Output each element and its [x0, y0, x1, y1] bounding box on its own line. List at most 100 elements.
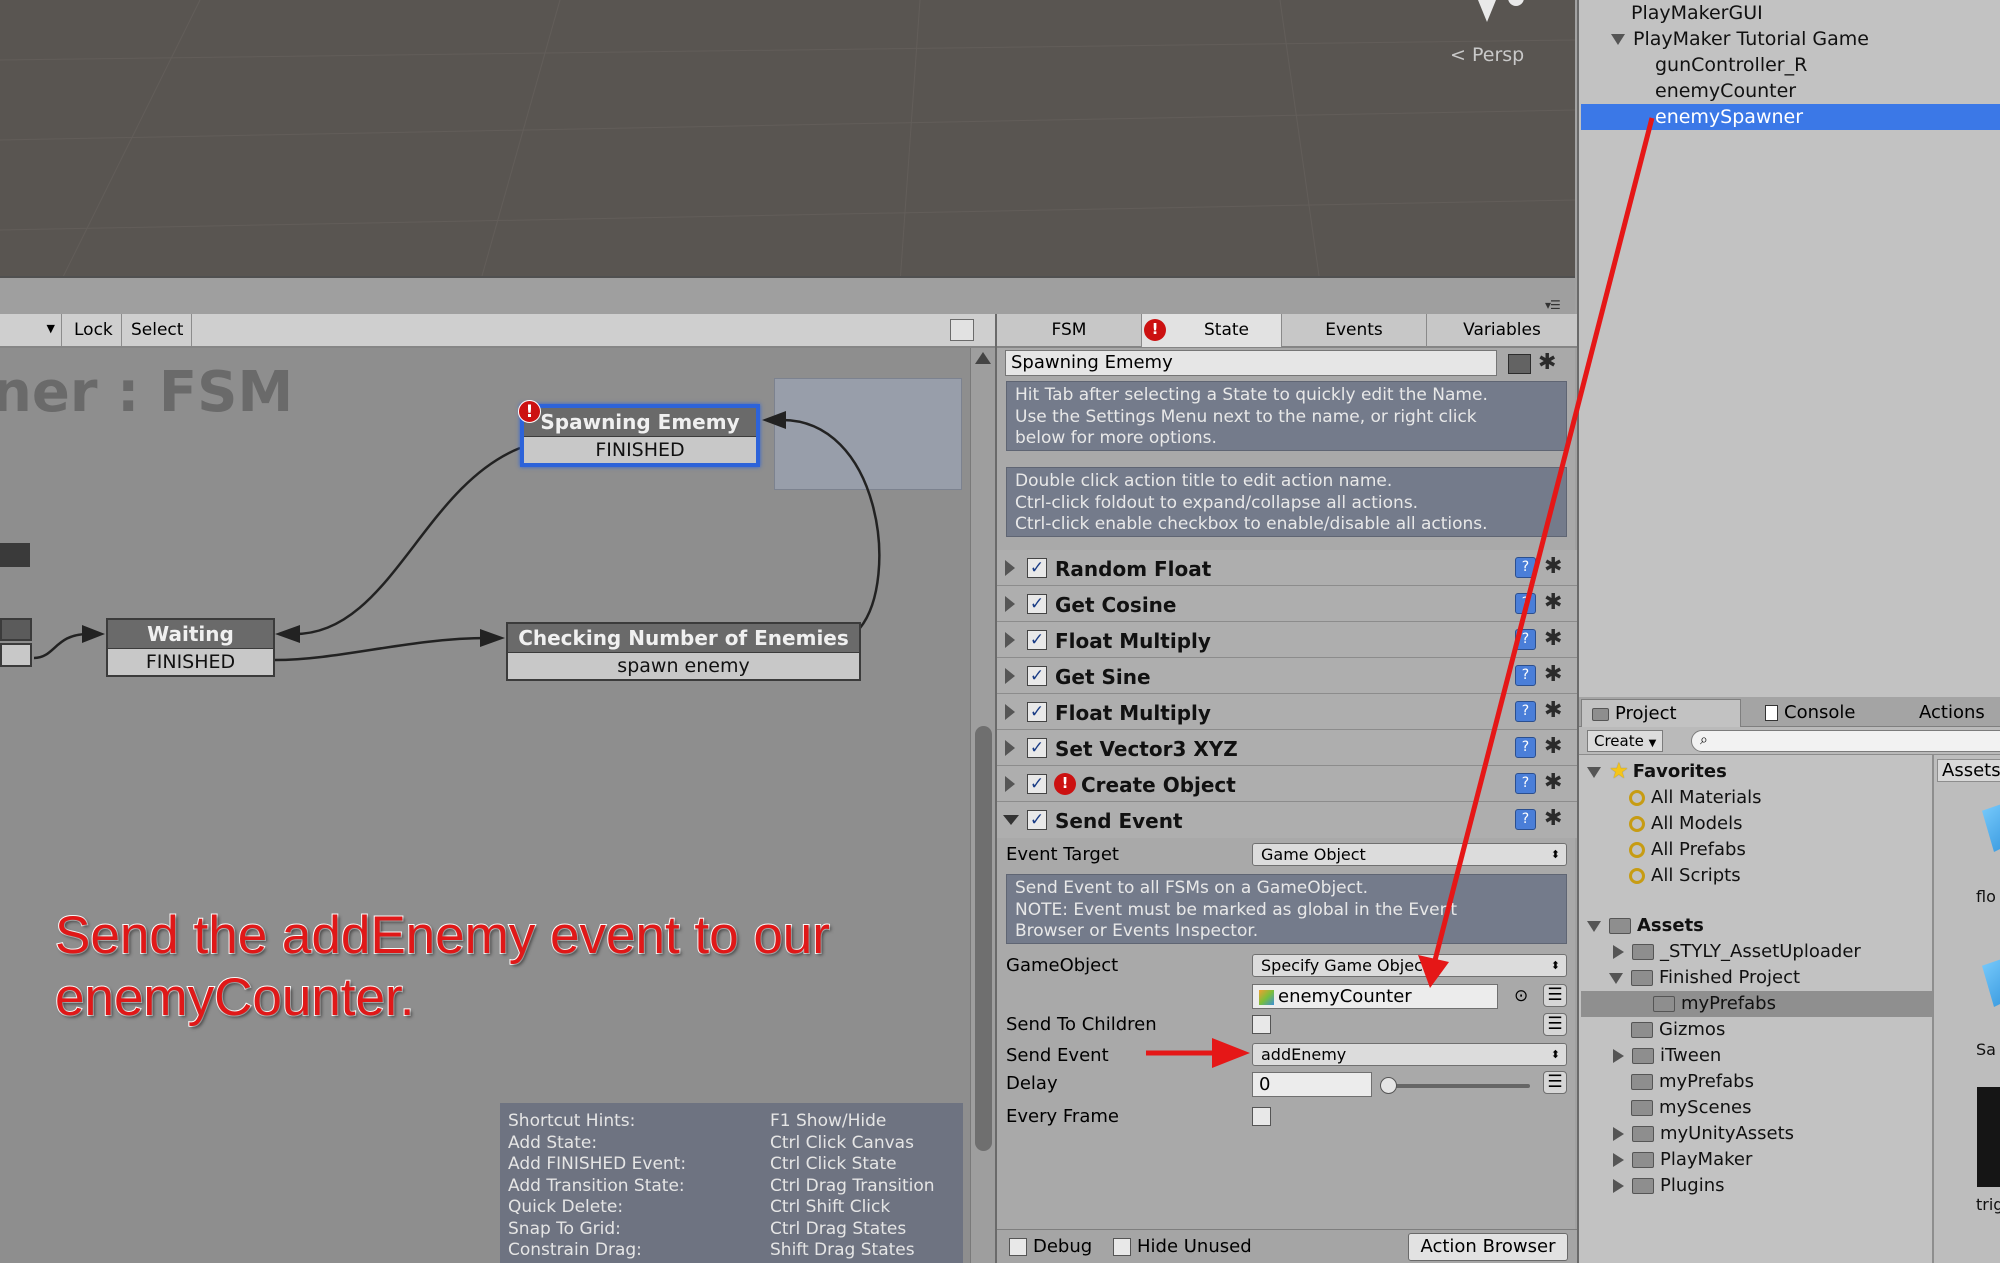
asset-folder[interactable]: myScenes [1631, 1095, 1751, 1121]
action-title[interactable]: Float Multiply [1055, 629, 1211, 653]
asset-label[interactable]: trig [1976, 1195, 2000, 1214]
create-button[interactable]: Create ▼ [1587, 730, 1663, 752]
lock-button[interactable]: Lock [66, 314, 122, 346]
state-spawning-ememy[interactable]: Spawning Ememy FINISHED [520, 404, 760, 467]
action-title[interactable]: Float Multiply [1055, 701, 1211, 725]
asset-thumbnail[interactable] [1977, 1087, 2000, 1187]
action-enabled-checkbox[interactable]: ✓ [1027, 702, 1047, 722]
asset-folder[interactable]: Plugins [1613, 1173, 1724, 1199]
fsm-select-dropdown[interactable]: ▼ [0, 314, 62, 346]
asset-folder[interactable]: iTween [1613, 1043, 1721, 1069]
action-gear-icon[interactable]: ✱ [1544, 592, 1562, 614]
asset-folder[interactable]: Gizmos [1631, 1017, 1725, 1043]
state-event[interactable]: FINISHED [108, 648, 273, 675]
help-icon[interactable]: ? [1515, 593, 1536, 614]
every-frame-checkbox[interactable] [1252, 1107, 1271, 1126]
action-enabled-checkbox[interactable]: ✓ [1027, 666, 1047, 686]
asset-folder[interactable]: Finished Project [1609, 965, 1800, 991]
tab-variables[interactable]: Variables [1427, 314, 1577, 347]
action-gear-icon[interactable]: ✱ [1544, 664, 1562, 686]
delay-slider-track[interactable] [1385, 1084, 1530, 1088]
event-target-dropdown[interactable]: Game Object ⬍ [1252, 843, 1567, 866]
expand-arrow-icon[interactable] [1587, 766, 1601, 778]
help-icon[interactable]: ? [1515, 557, 1536, 578]
action-enabled-checkbox[interactable]: ✓ [1027, 810, 1047, 830]
variable-toggle-button[interactable]: ☰ [1543, 984, 1567, 1007]
action-title[interactable]: Random Float [1055, 557, 1211, 581]
action-get-sine[interactable]: ✓ Get Sine ? ✱ [997, 658, 1577, 694]
select-button[interactable]: Select [123, 314, 193, 346]
hierarchy-item-selected[interactable]: enemySpawner [1581, 104, 2000, 130]
action-float-multiply[interactable]: ✓ Float Multiply ? ✱ [997, 622, 1577, 658]
hierarchy-item-expanded[interactable]: PlayMaker Tutorial Game [1611, 26, 1869, 52]
foldout-arrow-icon[interactable] [1005, 668, 1015, 684]
state-event[interactable]: FINISHED [524, 436, 756, 463]
help-icon[interactable]: ? [1515, 629, 1536, 650]
foldout-arrow-icon[interactable] [1005, 704, 1015, 720]
collapsed-arrow-icon[interactable] [1613, 1153, 1624, 1167]
panel-menu-icon[interactable]: ▾☰ [1545, 298, 1561, 312]
action-set-vector3-xyz[interactable]: ✓ Set Vector3 XYZ ? ✱ [997, 730, 1577, 766]
action-browser-button[interactable]: Action Browser [1408, 1233, 1568, 1261]
tab-fsm[interactable]: FSM [997, 314, 1142, 347]
asset-folder[interactable]: myUnityAssets [1613, 1121, 1794, 1147]
state-event[interactable]: spawn enemy [508, 652, 859, 679]
action-create-object[interactable]: ✓ ! Create Object ? ✱ [997, 766, 1577, 802]
asset-label[interactable]: flo [1976, 887, 1996, 906]
action-get-cosine[interactable]: ✓ Get Cosine ? ✱ [997, 586, 1577, 622]
expand-arrow-icon[interactable] [1611, 34, 1625, 45]
foldout-arrow-icon[interactable] [1005, 560, 1015, 576]
state-checking-number-of-enemies[interactable]: Checking Number of Enemies spawn enemy [506, 622, 861, 681]
action-enabled-checkbox[interactable]: ✓ [1027, 738, 1047, 758]
scroll-thumb[interactable] [975, 726, 992, 1151]
asset-folder[interactable]: PlayMaker [1613, 1147, 1752, 1173]
state-waiting[interactable]: Waiting FINISHED [106, 618, 275, 677]
action-enabled-checkbox[interactable]: ✓ [1027, 594, 1047, 614]
fsm-canvas-scrollbar[interactable] [970, 348, 995, 1263]
asset-folder[interactable]: _STYLY_AssetUploader [1613, 939, 1861, 965]
assets-group[interactable]: Assets [1587, 913, 1704, 939]
action-title[interactable]: Create Object [1081, 773, 1236, 797]
send-to-children-checkbox[interactable] [1252, 1015, 1271, 1034]
object-picker-icon[interactable]: ⊙ [1514, 986, 1528, 1006]
scroll-up-icon[interactable] [975, 352, 991, 364]
favorite-item[interactable]: All Materials [1629, 785, 1762, 811]
asset-label[interactable]: Sa [1976, 1040, 1996, 1059]
delay-slider-knob[interactable] [1380, 1077, 1397, 1094]
expand-arrow-icon[interactable] [1587, 920, 1601, 932]
state-color-swatch[interactable] [1508, 354, 1531, 374]
action-random-float[interactable]: ✓ Random Float ? ✱ [997, 550, 1577, 586]
favorite-item[interactable]: All Scripts [1629, 863, 1741, 889]
collapsed-arrow-icon[interactable] [1613, 945, 1624, 959]
action-gear-icon[interactable]: ✱ [1544, 556, 1562, 578]
minimap-toggle-icon[interactable] [950, 319, 974, 341]
favorites-group[interactable]: ★ Favorites [1587, 759, 1727, 785]
debug-checkbox[interactable] [1009, 1238, 1027, 1256]
action-title[interactable]: Get Cosine [1055, 593, 1176, 617]
variable-toggle-button[interactable]: ☰ [1543, 1071, 1567, 1094]
state-name-field[interactable]: Spawning Ememy [1005, 350, 1497, 376]
state-settings-gear-icon[interactable]: ✱ [1538, 352, 1556, 374]
help-icon[interactable]: ? [1515, 701, 1536, 722]
tab-actions[interactable]: Actions [1909, 699, 2000, 727]
foldout-arrow-icon[interactable] [1005, 740, 1015, 756]
asset-folder-selected[interactable]: myPrefabs [1581, 991, 1932, 1017]
action-gear-icon[interactable]: ✱ [1544, 772, 1562, 794]
help-icon[interactable]: ? [1515, 809, 1536, 830]
gameobject-mode-dropdown[interactable]: Specify Game Object ⬍ [1252, 954, 1567, 977]
expand-arrow-icon[interactable] [1609, 972, 1623, 984]
foldout-arrow-down-icon[interactable] [1003, 815, 1019, 825]
action-float-multiply-2[interactable]: ✓ Float Multiply ? ✱ [997, 694, 1577, 730]
help-icon[interactable]: ? [1515, 773, 1536, 794]
action-title[interactable]: Set Vector3 XYZ [1055, 737, 1238, 761]
collapsed-arrow-icon[interactable] [1613, 1179, 1624, 1193]
foldout-arrow-icon[interactable] [1005, 632, 1015, 648]
asset-folder[interactable]: myPrefabs [1631, 1069, 1754, 1095]
project-search-input[interactable]: ⌕ [1691, 730, 2000, 752]
action-enabled-checkbox[interactable]: ✓ [1027, 630, 1047, 650]
fsm-canvas[interactable]: ner : FSM Spawning Ememy FINISHED ! Wait… [0, 348, 970, 1263]
action-gear-icon[interactable]: ✱ [1544, 808, 1562, 830]
gameobject-object-field[interactable]: enemyCounter [1252, 984, 1498, 1009]
tab-events[interactable]: Events [1282, 314, 1427, 347]
collapsed-arrow-icon[interactable] [1613, 1127, 1624, 1141]
